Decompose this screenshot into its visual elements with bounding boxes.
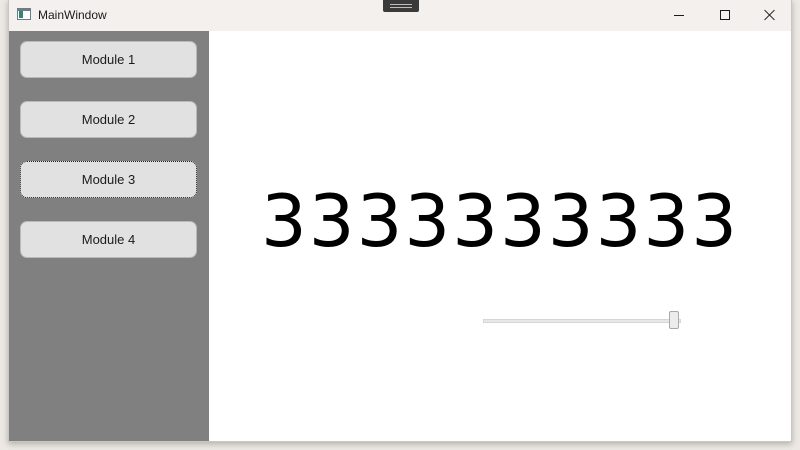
snap-layout-handle[interactable] [383, 0, 419, 12]
minimize-button[interactable] [656, 0, 702, 31]
module-1-button[interactable]: Module 1 [20, 41, 197, 78]
module-2-button[interactable]: Module 2 [20, 101, 197, 138]
slider-track[interactable] [483, 319, 681, 323]
close-icon [764, 9, 776, 21]
minimize-icon [674, 15, 684, 16]
maximize-button[interactable] [702, 0, 748, 31]
title-bar[interactable]: MainWindow [9, 0, 791, 31]
slider-thumb[interactable] [669, 311, 679, 329]
module-4-button[interactable]: Module 4 [20, 221, 197, 258]
sidebar: Module 1 Module 2 Module 3 Module 4 [9, 31, 209, 441]
maximize-icon [720, 10, 730, 20]
module-3-button[interactable]: Module 3 [20, 161, 197, 198]
display-text: 3333333333 [260, 179, 740, 263]
close-button[interactable] [747, 0, 793, 31]
window-title: MainWindow [38, 8, 107, 22]
value-slider[interactable] [483, 311, 681, 331]
content-area: 3333333333 [209, 31, 791, 441]
main-window: MainWindow Module 1 Module 2 Module 3 Mo… [8, 0, 792, 442]
window-app-icon [17, 8, 31, 20]
